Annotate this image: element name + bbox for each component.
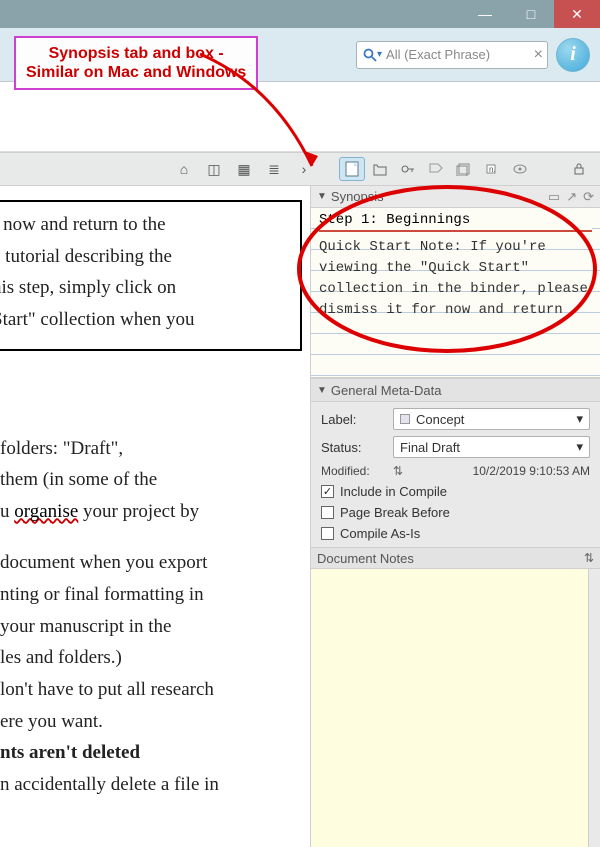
search-input[interactable]: ▾ All (Exact Phrase) ×	[356, 41, 548, 69]
card-title[interactable]: Step 1: Beginnings	[319, 208, 592, 232]
editor-line: n accidentally delete a file in	[0, 772, 302, 798]
editor-line: them (in some of the	[0, 467, 302, 493]
corkboard-icon[interactable]: ▦	[231, 157, 257, 181]
modified-label: Modified:	[321, 464, 385, 478]
card-sync-icon[interactable]: ⟳	[583, 189, 594, 205]
page-break-before-checkbox[interactable]: Page Break Before	[321, 505, 590, 520]
editor-line: your manuscript in the	[0, 614, 302, 640]
editor-line: his step, simply click on	[0, 275, 288, 301]
disclosure-triangle-icon[interactable]: ▼	[317, 191, 327, 202]
maximize-button[interactable]: □	[508, 0, 554, 28]
synopsis-header[interactable]: ▼ Synopsis ▭ ↗ ⟳	[311, 186, 600, 208]
editor-line: lon't have to put all research	[0, 677, 302, 703]
status-dropdown[interactable]: Final Draft ▾	[393, 436, 590, 458]
include-in-compile-checkbox[interactable]: ✓Include in Compile	[321, 484, 590, 499]
clear-search-icon[interactable]: ×	[534, 46, 543, 64]
meta-body: Label: Concept ▾ Status: Final Draft ▾ M…	[311, 402, 600, 547]
editor-line: u organise your project by	[0, 499, 302, 525]
info-button[interactable]: i	[556, 38, 590, 72]
document-notes-header[interactable]: Document Notes ⇅	[311, 547, 600, 569]
document-notes-area[interactable]	[311, 569, 600, 847]
label-dropdown[interactable]: Concept ▾	[393, 408, 590, 430]
modified-value: 10/2/2019 9:10:53 AM	[411, 464, 590, 478]
comments-tab[interactable]	[423, 157, 449, 181]
card-expand-icon[interactable]: ↗	[566, 189, 577, 205]
snapshot-tab[interactable]	[367, 157, 393, 181]
related-tab[interactable]	[451, 157, 477, 181]
close-button[interactable]: ✕	[554, 0, 600, 28]
outliner-icon[interactable]: ≣	[261, 157, 287, 181]
notes-sort-icon[interactable]: ⇅	[584, 551, 594, 565]
chevron-down-icon: ▾	[576, 439, 583, 455]
card-body[interactable]: Quick Start Note: If you're viewing the …	[319, 232, 592, 321]
window-titlebar: — □ ✕	[0, 0, 600, 28]
editor-blank	[0, 530, 302, 544]
svg-text:n.: n.	[489, 165, 496, 174]
lock-icon[interactable]	[566, 157, 592, 181]
annotation-callout: Synopsis tab and box - Similar on Mac an…	[14, 36, 258, 90]
search-placeholder: All (Exact Phrase)	[382, 47, 534, 62]
editor-line: nting or final formatting in	[0, 582, 302, 608]
editor-line: folders: "Draft",	[0, 436, 302, 462]
toolbar-gap	[0, 82, 600, 152]
custom-meta-tab[interactable]: n.	[479, 157, 505, 181]
bookmark-icon[interactable]: ◫	[201, 157, 227, 181]
editor-line: document when you export	[0, 550, 302, 576]
status-label: Status:	[321, 440, 385, 455]
editor-line: les and folders.)	[0, 645, 302, 671]
editor-pane[interactable]: r now and return to the e tutorial descr…	[0, 186, 310, 847]
keywords-tab[interactable]	[395, 157, 421, 181]
editor-line: e tutorial describing the	[0, 244, 288, 270]
chevron-right-icon[interactable]: ›	[291, 157, 317, 181]
compile-as-is-checkbox[interactable]: Compile As-Is	[321, 526, 590, 541]
main-split: r now and return to the e tutorial descr…	[0, 186, 600, 847]
general-meta-header[interactable]: ▼ General Meta-Data	[311, 378, 600, 402]
chevron-down-icon: ▾	[576, 411, 583, 427]
minimize-button[interactable]: —	[462, 0, 508, 28]
home-icon[interactable]: ⌂	[171, 157, 197, 181]
label-swatch-icon	[400, 414, 410, 424]
editor-highlight-box: r now and return to the e tutorial descr…	[0, 200, 302, 351]
index-card[interactable]: Step 1: Beginnings Quick Start Note: If …	[311, 208, 600, 378]
view-mode-row: ⌂ ◫ ▦ ≣ › n.	[0, 152, 600, 186]
editor-line: nts aren't deleted	[0, 740, 302, 766]
editor-line: r now and return to the	[0, 212, 288, 238]
view-tab[interactable]	[507, 157, 533, 181]
document-notes-label: Document Notes	[317, 551, 414, 566]
synopsis-header-label: Synopsis	[331, 189, 384, 204]
editor-line: Start" collection when you	[0, 307, 288, 333]
scrollbar[interactable]	[588, 569, 600, 847]
sort-icon[interactable]: ⇅	[393, 464, 403, 478]
synopsis-tab[interactable]	[339, 157, 365, 181]
inspector-pane: ▼ Synopsis ▭ ↗ ⟳ Step 1: Beginnings Quic…	[310, 186, 600, 847]
card-image-icon[interactable]: ▭	[548, 189, 560, 205]
general-meta-label: General Meta-Data	[331, 383, 442, 398]
editor-line: ere you want.	[0, 709, 302, 735]
label-label: Label:	[321, 412, 385, 427]
disclosure-triangle-icon[interactable]: ▼	[317, 385, 327, 396]
